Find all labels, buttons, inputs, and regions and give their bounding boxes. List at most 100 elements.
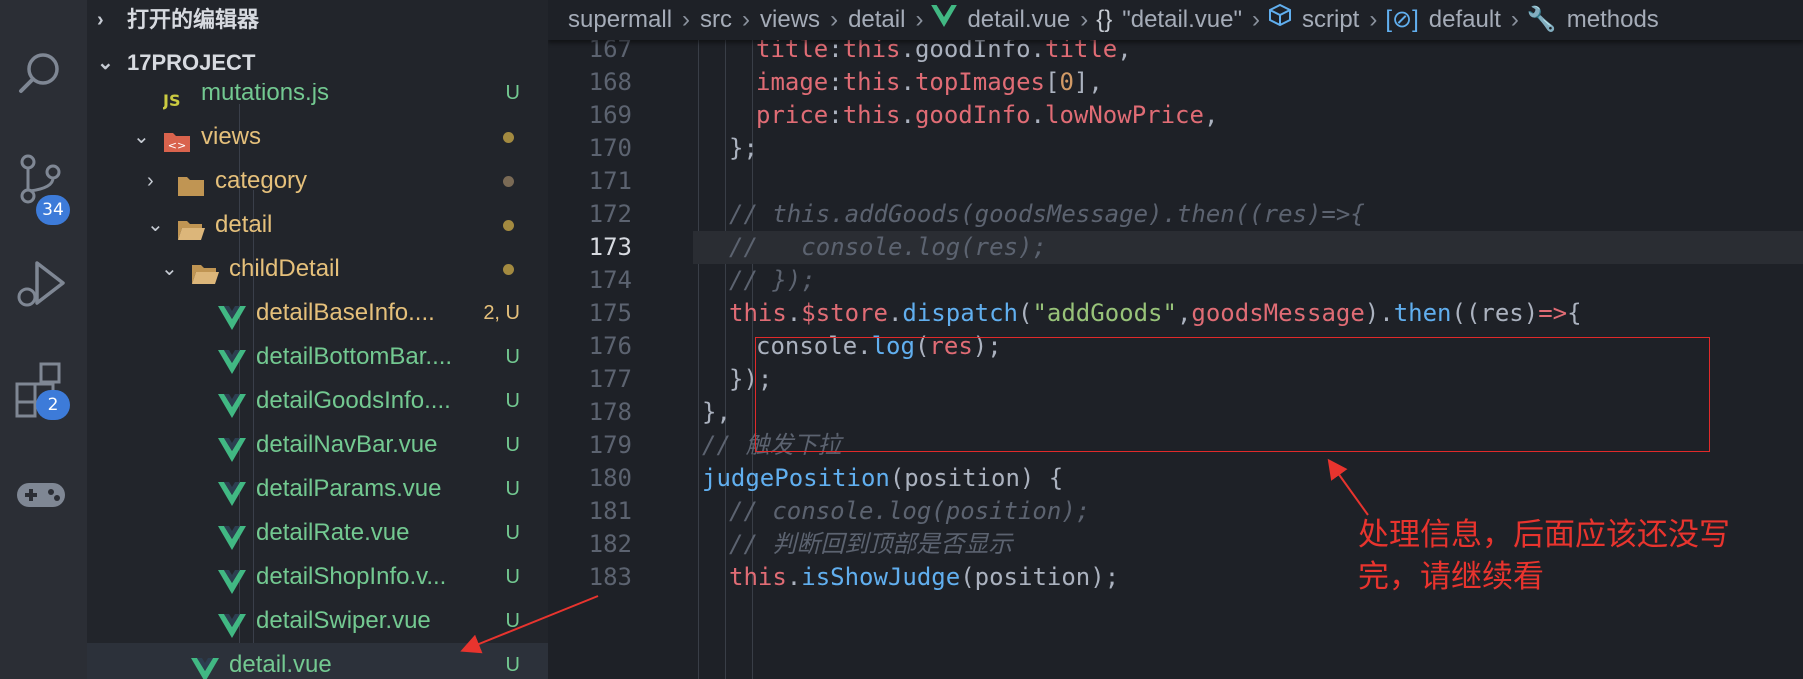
code-token: ((res) [1451,299,1539,327]
code-token: dispatch [902,299,1018,327]
git-status: U [505,478,520,500]
code-token: }, [702,398,731,426]
vue-icon [931,0,958,40]
code-token: : [828,101,843,129]
code-text: // 判断回到顶部是否显示 [729,528,1012,561]
tree-item[interactable]: detailGoodsInfo.... U [87,379,548,423]
tree-item-label: mutations.js [201,83,330,106]
tree-item[interactable]: ⌄ <> views [87,115,548,159]
tree-item-label: detailSwiper.vue [256,607,431,634]
highlight-box [755,337,1710,452]
modified-dot-icon [503,176,514,187]
tree-item-label: detailBottomBar.... [256,343,453,370]
tree-item[interactable]: detailBaseInfo.... 2, U [87,291,548,335]
project-label: 17PROJECT [127,50,256,75]
breadcrumb: supermall › src › views › detail › detail.vue › {}… [548,0,1803,40]
vue-icon [218,301,246,330]
code-text: // console.log(position); [729,495,1090,528]
chevron-right-icon: › [1369,6,1378,33]
line-number: 173 [588,233,632,261]
search-icon[interactable] [13,45,71,103]
breadcrumb-item[interactable]: src [698,0,734,40]
breadcrumb-item[interactable]: detail.vue [965,0,1072,40]
breadcrumb-item[interactable]: "detail.vue" [1120,0,1244,40]
code-token: this [729,563,787,591]
git-status: U [505,83,520,104]
tree-item-label: category [215,167,308,194]
line-number: 183 [588,563,632,591]
code-text: // console.log(res); [729,231,1047,264]
code-token: . [1030,101,1045,129]
tree-item[interactable]: detailSwiper.vue U [87,599,548,643]
vue-icon [218,389,246,418]
code-line[interactable]: 169 price:this.goodInfo.lowNowPrice, [548,99,1803,132]
tree-item[interactable]: ⌄ childDetail [87,247,548,291]
vue-icon [218,521,246,550]
code-token: ). [1364,299,1394,327]
modified-dot-icon [503,220,514,231]
chevron-right-icon: › [830,6,839,33]
tree-item[interactable]: detailBottomBar.... U [87,335,548,379]
modified-dot-icon [503,132,514,143]
run-debug-icon[interactable] [13,255,71,313]
line-number: 176 [588,332,632,360]
code-text: }, [702,396,731,429]
code-line[interactable]: 172 // this.addGoods(goodsMessage).then((… [548,198,1803,231]
vue-icon [218,477,246,506]
code-line[interactable]: 170}; [548,132,1803,165]
code-token: $store [801,299,888,327]
gamepad-icon[interactable] [13,465,71,523]
code-token: goodInfo [914,101,1031,129]
code-line[interactable]: 175 this.$store.dispatch("addGoods",goods… [548,297,1803,330]
chevron-down-icon[interactable]: ⌄ [133,115,157,159]
code-line[interactable]: 180 judgePosition(position) { [548,462,1803,495]
code-token: ( [1018,299,1033,327]
git-status: U [505,566,520,588]
chevron-down-icon[interactable]: ⌄ [161,247,185,291]
project-header[interactable]: ⌄ 17PROJECT [87,43,548,83]
breadcrumb-item[interactable]: methods [1565,0,1661,40]
code-token: . [786,563,802,591]
tree-item[interactable]: JS mutations.js U [87,83,548,115]
breadcrumb-item[interactable]: views [758,0,822,40]
chevron-right-icon[interactable]: › [147,159,171,203]
breadcrumb-item[interactable]: script [1300,0,1361,40]
line-number: 179 [588,431,632,459]
extensions-badge: 2 [36,390,70,420]
code-line[interactable]: 174 // }); [548,264,1803,297]
code-token: [ [1045,68,1060,96]
tree-item[interactable]: detailShopInfo.v... U [87,555,548,599]
tree-item[interactable]: detailRate.vue U [87,511,548,555]
git-status: U [505,610,520,632]
folder-open-icon [191,257,219,284]
code-text: // this.addGoods(goodsMessage).then((res… [729,198,1365,231]
code-line[interactable]: 173 // console.log(res); [589,231,1803,264]
tree-item[interactable]: ⌄ detail [87,203,548,247]
chevron-right-icon: › [682,6,691,33]
chevron-down-icon[interactable]: ⌄ [147,203,171,247]
tree-item[interactable]: detailNavBar.vue U [87,423,548,467]
breadcrumb-item[interactable]: detail [846,0,907,40]
code-token: ], [1073,68,1103,96]
breadcrumb-item[interactable]: supermall [566,0,674,40]
chevron-down-icon: ⌄ [97,52,114,74]
breadcrumb-item[interactable]: default [1427,0,1503,40]
git-status: U [505,654,520,676]
folder-open-icon [177,213,205,240]
tree-item[interactable]: detail.vue U [87,643,548,679]
code-line[interactable]: 171 [548,165,1803,198]
code-token: // console.log(res); [729,233,1047,261]
code-token: // }); [729,266,816,294]
tree-item-label: detailGoodsInfo.... [256,387,451,414]
git-status: U [505,390,520,412]
tree-item[interactable]: › category [87,159,548,203]
line-number: 177 [588,365,632,393]
chevron-right-icon: › [1252,6,1260,33]
activity-bar: 34 2 [0,0,87,679]
chevron-right-icon: › [742,6,751,33]
tree-item[interactable]: detailParams.vue U [87,467,548,511]
code-line[interactable]: 168 image:this.topImages[0], [548,66,1803,99]
wrench-icon: 🔧 [1526,6,1557,33]
open-editors-header[interactable]: › 打开的编辑器 [87,0,548,40]
code-token: goodsMessage [1191,299,1365,327]
